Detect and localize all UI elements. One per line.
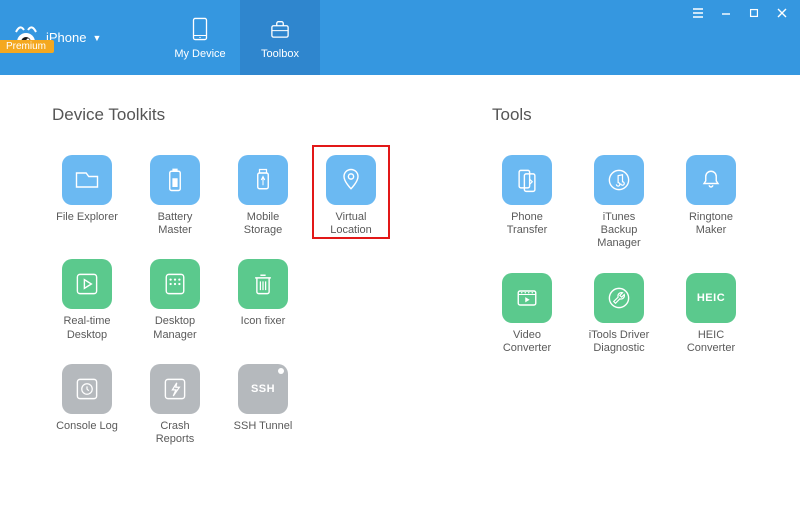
trash-icon: [249, 270, 277, 298]
maximize-icon: [748, 7, 760, 19]
play-icon: [73, 270, 101, 298]
tool-label: Ringtone Maker: [676, 211, 746, 237]
tool-driver-diagnostic[interactable]: iTools Driver Diagnostic: [584, 273, 654, 355]
tool-ringtone-maker[interactable]: Ringtone Maker: [676, 155, 746, 251]
minimize-icon: [719, 6, 733, 20]
tool-label: Battery Master: [140, 211, 210, 237]
tool-label: iTools Driver Diagnostic: [584, 329, 654, 355]
tool-label: Video Converter: [492, 329, 562, 355]
maximize-button[interactable]: [740, 4, 768, 22]
clock-log-icon: [73, 375, 101, 403]
close-icon: [775, 6, 789, 20]
grid-icon: [161, 270, 189, 298]
tool-file-explorer[interactable]: File Explorer: [52, 155, 122, 237]
minimize-button[interactable]: [712, 4, 740, 22]
location-pin-icon: [337, 166, 365, 194]
window-controls: [684, 4, 796, 22]
tab-toolbox[interactable]: Toolbox: [240, 0, 320, 75]
tool-mobile-storage[interactable]: Mobile Storage: [228, 155, 298, 237]
tool-console-log[interactable]: Console Log: [52, 364, 122, 446]
usb-icon: [249, 166, 277, 194]
title-bar: iPhone ▼ Premium My Device Toolbox: [0, 0, 800, 75]
section-title: Device Toolkits: [52, 105, 412, 125]
tab-label: My Device: [174, 48, 225, 60]
device-selector[interactable]: iPhone ▼: [46, 30, 101, 45]
tool-label: Mobile Storage: [228, 211, 298, 237]
close-button[interactable]: [768, 4, 796, 22]
menu-button[interactable]: [684, 4, 712, 22]
tool-label: Real-time Desktop: [52, 315, 122, 341]
bell-icon: [697, 166, 725, 194]
tablet-icon: [187, 16, 213, 42]
tools-grid: Phone Transfer iTunes Backup Manager Rin…: [492, 155, 782, 355]
tool-label: Icon fixer: [241, 315, 286, 341]
tool-label: iTunes Backup Manager: [584, 211, 654, 251]
tool-virtual-location[interactable]: Virtual Location: [316, 155, 386, 237]
music-note-icon: [605, 166, 633, 194]
tool-label: Desktop Manager: [140, 315, 210, 341]
battery-icon: [161, 166, 189, 194]
device-toolkits-section: Device Toolkits File Explorer Battery Ma…: [52, 105, 412, 475]
tool-crash-reports[interactable]: Crash Reports: [140, 364, 210, 446]
hamburger-icon: [691, 6, 705, 20]
toolbox-icon: [267, 16, 293, 42]
tool-video-converter[interactable]: Video Converter: [492, 273, 562, 355]
toolkits-grid: File Explorer Battery Master Mobile Stor…: [52, 155, 412, 446]
tool-label: Crash Reports: [140, 420, 210, 446]
tool-battery-master[interactable]: Battery Master: [140, 155, 210, 237]
tool-itunes-backup[interactable]: iTunes Backup Manager: [584, 155, 654, 251]
logo-area: iPhone ▼ Premium: [0, 0, 160, 75]
spacer: [316, 259, 386, 341]
tools-section: Tools Phone Transfer iTunes Backup Manag…: [492, 105, 782, 475]
tab-my-device[interactable]: My Device: [160, 0, 240, 75]
tool-label: HEIC Converter: [676, 329, 746, 355]
phone-transfer-icon: [513, 166, 541, 194]
tool-label: Virtual Location: [316, 211, 386, 237]
crash-icon: [161, 375, 189, 403]
tool-label: Console Log: [56, 420, 118, 446]
tool-desktop-manager[interactable]: Desktop Manager: [140, 259, 210, 341]
main-tabs: My Device Toolbox: [160, 0, 320, 75]
tab-label: Toolbox: [261, 48, 299, 60]
tool-label: Phone Transfer: [492, 211, 562, 237]
wrench-icon: [605, 284, 633, 312]
tool-label: SSH Tunnel: [234, 420, 293, 446]
tool-phone-transfer[interactable]: Phone Transfer: [492, 155, 562, 251]
section-title: Tools: [492, 105, 782, 125]
chevron-down-icon: ▼: [92, 33, 101, 43]
tool-label: File Explorer: [56, 211, 118, 237]
tool-realtime-desktop[interactable]: Real-time Desktop: [52, 259, 122, 341]
tool-heic-converter[interactable]: HEIC HEIC Converter: [676, 273, 746, 355]
premium-ribbon: Premium: [0, 40, 54, 53]
folder-icon: [73, 166, 101, 194]
tool-ssh-tunnel[interactable]: SSH SSH Tunnel: [228, 364, 298, 446]
tool-icon-fixer[interactable]: Icon fixer: [228, 259, 298, 341]
content-area: Device Toolkits File Explorer Battery Ma…: [0, 75, 800, 475]
ssh-text-icon: SSH: [251, 383, 275, 395]
dot-indicator-icon: [278, 368, 284, 374]
film-icon: [513, 284, 541, 312]
heic-text-icon: HEIC: [697, 292, 725, 304]
